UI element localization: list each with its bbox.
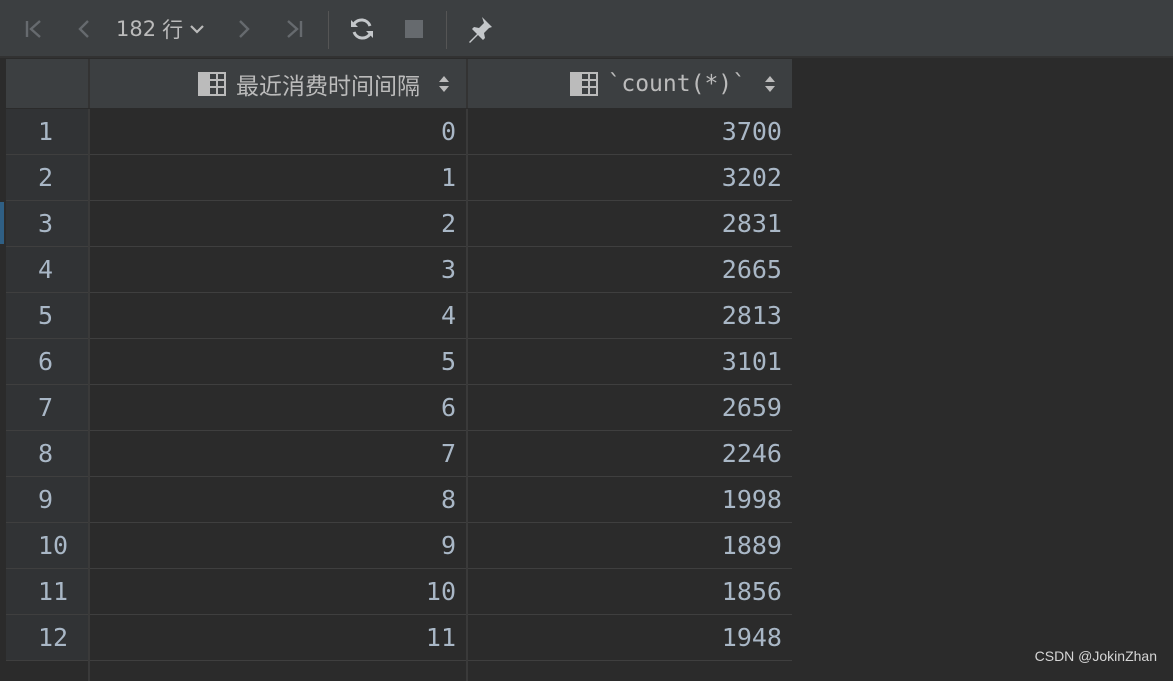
table-row[interactable]: 3 2 2831 xyxy=(6,201,792,247)
row-number[interactable]: 8 xyxy=(6,431,88,476)
row-count-value: 182 xyxy=(116,17,157,41)
cell-interval[interactable]: 9 xyxy=(88,523,466,568)
watermark: CSDN @JokinZhan xyxy=(1034,648,1157,664)
sort-icon[interactable] xyxy=(438,74,450,94)
row-count-unit: 行 xyxy=(162,18,184,42)
table-column-icon xyxy=(198,71,226,96)
table-column-icon xyxy=(569,71,598,96)
row-number[interactable]: 5 xyxy=(6,293,88,338)
row-number[interactable]: 4 xyxy=(6,247,88,292)
cell-count[interactable]: 1948 xyxy=(468,615,792,660)
first-page-icon[interactable] xyxy=(18,0,50,58)
cell-interval[interactable]: 6 xyxy=(88,385,466,430)
column-divider xyxy=(88,59,90,108)
table-row[interactable]: 7 6 2659 xyxy=(6,385,792,431)
table-row[interactable]: 11 10 1856 xyxy=(6,569,792,615)
column-divider xyxy=(466,109,468,681)
cell-interval[interactable]: 10 xyxy=(88,569,466,614)
cell-interval[interactable]: 5 xyxy=(88,339,466,384)
chevron-down-icon xyxy=(190,25,204,34)
cell-count[interactable]: 3700 xyxy=(468,109,792,154)
row-number[interactable]: 12 xyxy=(6,615,88,660)
column-divider xyxy=(88,109,90,681)
table-row[interactable]: 2 1 3202 xyxy=(6,155,792,201)
cell-interval[interactable]: 8 xyxy=(88,477,466,522)
row-number[interactable]: 7 xyxy=(6,385,88,430)
cell-count[interactable]: 1889 xyxy=(468,523,792,568)
cell-interval[interactable]: 7 xyxy=(88,431,466,476)
row-number[interactable]: 9 xyxy=(6,477,88,522)
table-row[interactable]: 4 3 2665 xyxy=(6,247,792,293)
cell-count[interactable]: 3202 xyxy=(468,155,792,200)
column-header-label: 最近消费时间间隔 xyxy=(236,73,420,100)
toolbar-separator xyxy=(328,11,329,49)
column-divider xyxy=(466,59,468,108)
next-page-icon[interactable] xyxy=(228,0,258,58)
cell-count[interactable]: 1856 xyxy=(468,569,792,614)
cell-interval[interactable]: 4 xyxy=(88,293,466,338)
cell-count[interactable]: 1998 xyxy=(468,477,792,522)
pin-icon[interactable] xyxy=(462,0,498,58)
stop-icon[interactable] xyxy=(398,0,430,58)
row-number[interactable]: 1 xyxy=(6,109,88,154)
row-number[interactable]: 3 xyxy=(6,201,88,246)
row-divider xyxy=(6,660,792,661)
row-selection-marker xyxy=(0,202,4,244)
column-header-interval[interactable]: 最近消费时间间隔 xyxy=(88,59,466,108)
result-toolbar: 182 行 xyxy=(0,0,1173,58)
table-row[interactable]: 10 9 1889 xyxy=(6,523,792,569)
table-row[interactable]: 8 7 2246 xyxy=(6,431,792,477)
sort-icon[interactable] xyxy=(764,74,776,94)
column-header-count[interactable]: `count(*)` xyxy=(468,59,792,108)
cell-interval[interactable]: 0 xyxy=(88,109,466,154)
grid-header: 最近消费时间间隔 `count(*)` xyxy=(6,59,792,108)
cell-count[interactable]: 2246 xyxy=(468,431,792,476)
cell-interval[interactable]: 3 xyxy=(88,247,466,292)
column-header-label: `count(*)` xyxy=(607,70,746,97)
table-row[interactable]: 9 8 1998 xyxy=(6,477,792,523)
cell-count[interactable]: 2813 xyxy=(468,293,792,338)
row-number[interactable]: 10 xyxy=(6,523,88,568)
row-number[interactable]: 2 xyxy=(6,155,88,200)
table-row[interactable]: 6 5 3101 xyxy=(6,339,792,385)
toolbar-separator xyxy=(446,11,447,49)
cell-count[interactable]: 2659 xyxy=(468,385,792,430)
table-row[interactable]: 12 11 1948 xyxy=(6,615,792,661)
row-number[interactable]: 11 xyxy=(6,569,88,614)
row-number[interactable]: 6 xyxy=(6,339,88,384)
cell-interval[interactable]: 1 xyxy=(88,155,466,200)
last-page-icon[interactable] xyxy=(278,0,310,58)
cell-count[interactable]: 3101 xyxy=(468,339,792,384)
previous-page-icon[interactable] xyxy=(70,0,100,58)
refresh-icon[interactable] xyxy=(344,0,380,58)
table-row[interactable]: 1 0 3700 xyxy=(6,109,792,155)
table-row[interactable]: 5 4 2813 xyxy=(6,293,792,339)
cell-count[interactable]: 2831 xyxy=(468,201,792,246)
cell-interval[interactable]: 2 xyxy=(88,201,466,246)
row-count-selector[interactable]: 182 行 xyxy=(116,0,205,58)
cell-count[interactable]: 2665 xyxy=(468,247,792,292)
cell-interval[interactable]: 11 xyxy=(88,615,466,660)
